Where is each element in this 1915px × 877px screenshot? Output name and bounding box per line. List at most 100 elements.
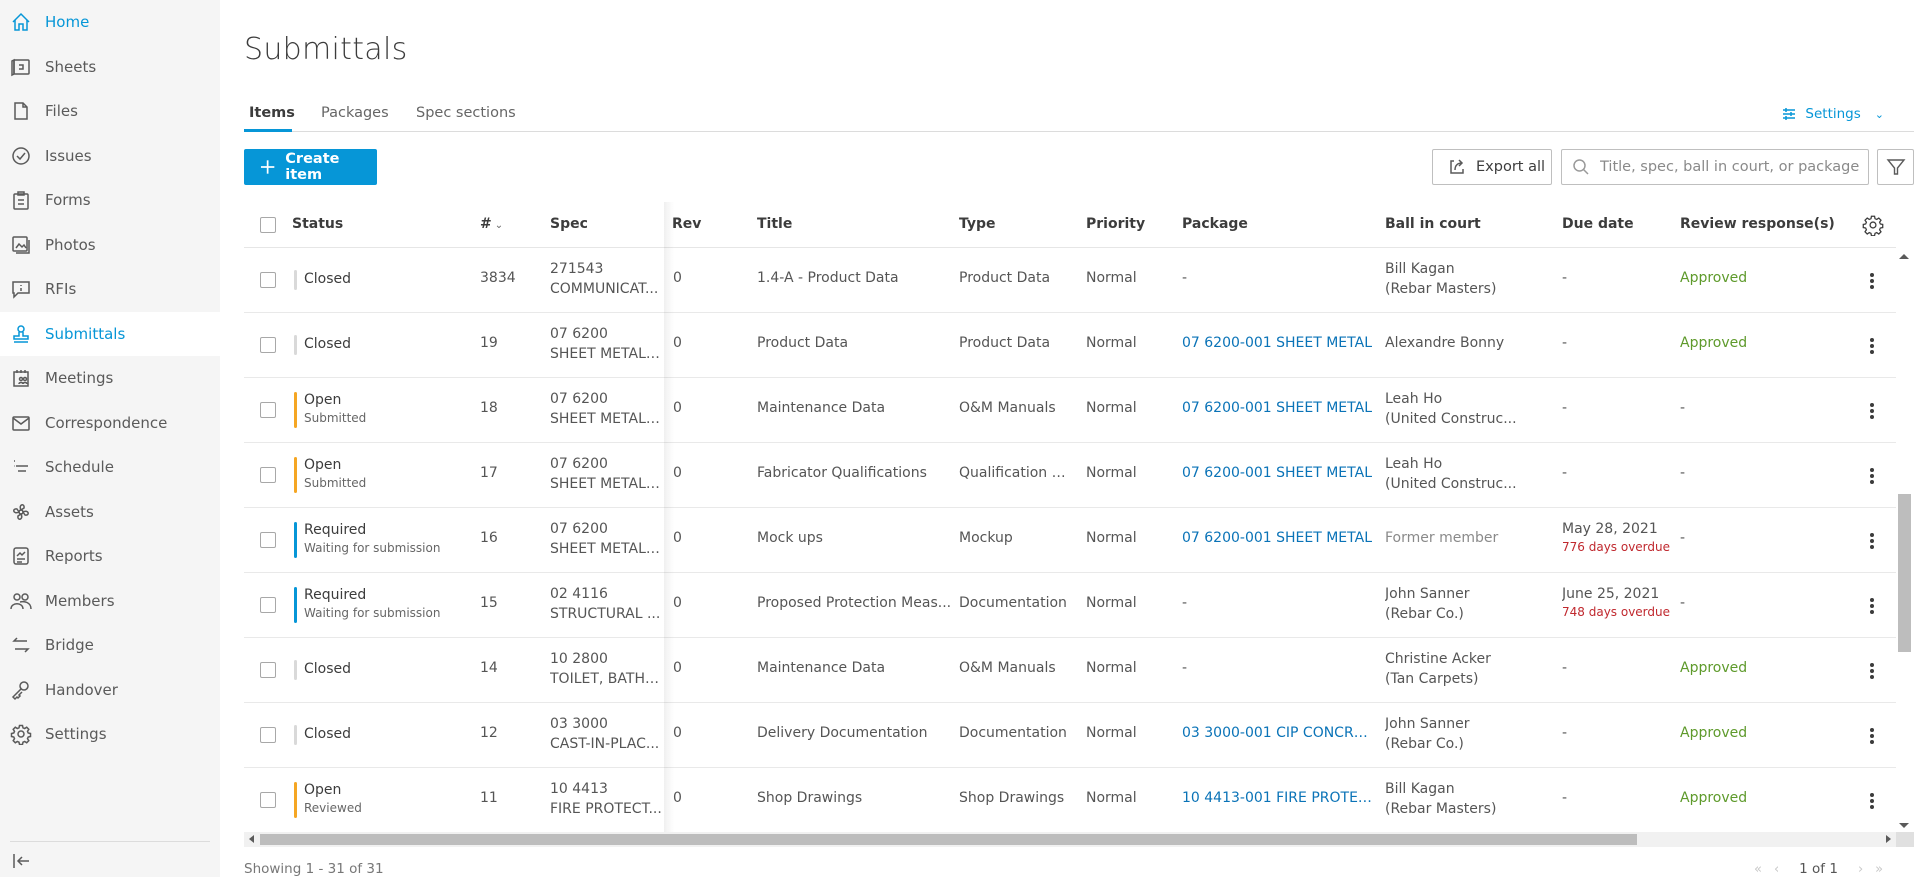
more-icon-dot <box>1870 598 1874 602</box>
sidebar-item-reports[interactable]: Reports <box>0 534 220 578</box>
sidebar-item-handover[interactable]: Handover <box>0 668 220 712</box>
row-checkbox[interactable] <box>260 402 276 418</box>
row-checkbox[interactable] <box>260 272 276 288</box>
scroll-left-arrow[interactable] <box>249 835 254 843</box>
sidebar-item-label: Issues <box>45 146 92 165</box>
sidebar-item-home[interactable]: Home <box>0 0 220 44</box>
package-cell[interactable]: 07 6200-001 SHEET METAL <box>1182 400 1372 416</box>
first-page-button[interactable]: « <box>1754 862 1762 877</box>
column-due-date[interactable]: Due date <box>1562 216 1634 232</box>
table-row[interactable]: Closed 14 10 2800 TOILET, BATH,... 0 Maintena… <box>244 638 1896 703</box>
tab-items[interactable]: Items <box>249 105 295 121</box>
vertical-scroll-thumb[interactable] <box>1898 494 1911 652</box>
row-checkbox[interactable] <box>260 597 276 613</box>
column-priority[interactable]: Priority <box>1086 216 1145 232</box>
package-cell[interactable]: 07 6200-001 SHEET METAL <box>1182 335 1372 351</box>
table-row[interactable]: Closed 19 07 6200 SHEET METAL ... 0 Product D… <box>244 313 1896 378</box>
table-row[interactable]: Required Waiting for submission 15 02 4116 S… <box>244 573 1896 638</box>
package-cell[interactable]: 07 6200-001 SHEET METAL <box>1182 465 1372 481</box>
row-checkbox[interactable] <box>260 467 276 483</box>
sidebar-item-sheets[interactable]: Sheets <box>0 45 220 89</box>
horizontal-scroll-thumb[interactable] <box>260 834 1637 845</box>
column-number[interactable]: # ⌄ <box>480 216 503 232</box>
sidebar-item-schedule[interactable]: Schedule <box>0 445 220 489</box>
package-cell[interactable]: 10 4413-001 FIRE PROTEC... <box>1182 790 1372 806</box>
scroll-up-arrow[interactable] <box>1899 254 1909 259</box>
sidebar-item-label: Settings <box>45 725 107 743</box>
tab-spec-sections[interactable]: Spec sections <box>416 105 516 121</box>
title-cell[interactable]: Maintenance Data <box>757 660 952 676</box>
title-cell[interactable]: Maintenance Data <box>757 400 952 416</box>
column-status[interactable]: Status <box>292 216 343 232</box>
row-checkbox[interactable] <box>260 792 276 808</box>
title-cell[interactable]: Delivery Documentation <box>757 725 952 741</box>
table-row[interactable]: Open Submitted 17 07 6200 SHEET METAL ... 0 Fa… <box>244 443 1896 508</box>
row-menu-button[interactable] <box>1864 790 1880 812</box>
row-checkbox[interactable] <box>260 532 276 548</box>
table-row[interactable]: Open Reviewed 11 10 4413 FIRE PROTECT... 0 Sho… <box>244 768 1896 832</box>
sidebar-item-correspondence[interactable]: Correspondence <box>0 401 220 445</box>
row-menu-button[interactable] <box>1864 270 1880 292</box>
column-ball-in-court[interactable]: Ball in court <box>1385 216 1481 232</box>
row-checkbox[interactable] <box>260 662 276 678</box>
row-menu-button[interactable] <box>1864 465 1880 487</box>
sidebar-item-submittals[interactable]: Submittals <box>0 311 220 356</box>
create-item-button[interactable]: Create item <box>244 149 377 185</box>
sidebar-item-files[interactable]: Files <box>0 89 220 133</box>
settings-dropdown[interactable]: Settings ⌄ <box>1781 106 1884 122</box>
title-cell[interactable]: Product Data <box>757 335 952 351</box>
title-cell[interactable]: Shop Drawings <box>757 790 952 806</box>
row-checkbox[interactable] <box>260 337 276 353</box>
scroll-down-arrow[interactable] <box>1899 823 1909 828</box>
column-spec[interactable]: Spec <box>550 216 588 232</box>
column-review-responses[interactable]: Review response(s) <box>1680 216 1835 232</box>
sidebar-item-issues[interactable]: Issues <box>0 134 220 178</box>
column-type[interactable]: Type <box>959 216 996 232</box>
title-cell[interactable]: Proposed Protection Meas... <box>757 595 952 611</box>
sidebar-item-settings[interactable]: Settings <box>0 712 220 756</box>
horizontal-scrollbar[interactable] <box>244 832 1896 847</box>
scroll-right-arrow[interactable] <box>1886 835 1891 843</box>
sidebar-item-rfis[interactable]: RFIs <box>0 267 220 311</box>
sidebar-item-forms[interactable]: Forms <box>0 178 220 222</box>
title-cell[interactable]: Fabricator Qualifications <box>757 465 952 481</box>
tab-packages[interactable]: Packages <box>321 105 389 121</box>
row-menu-button[interactable] <box>1864 335 1880 357</box>
priority-cell: Normal <box>1086 790 1137 806</box>
sidebar-item-meetings[interactable]: Meetings <box>0 356 220 400</box>
priority-cell: Normal <box>1086 270 1137 286</box>
row-checkbox[interactable] <box>260 727 276 743</box>
rev-cell: 0 <box>673 725 682 741</box>
package-cell[interactable]: 03 3000-001 CIP CONCRE... <box>1182 725 1372 741</box>
table-row[interactable]: Required Waiting for submission 16 07 6200 S… <box>244 508 1896 573</box>
column-title[interactable]: Title <box>757 216 792 232</box>
vertical-scrollbar[interactable] <box>1896 250 1914 832</box>
sidebar-item-members[interactable]: Members <box>0 579 220 623</box>
column-settings-button[interactable] <box>1862 214 1884 237</box>
table-row[interactable]: Closed 12 03 3000 CAST-IN-PLAC... 0 Delivery … <box>244 703 1896 768</box>
sidebar-item-photos[interactable]: Photos <box>0 223 220 267</box>
last-page-button[interactable]: » <box>1875 862 1883 877</box>
title-cell[interactable]: Mock ups <box>757 530 952 546</box>
column-rev[interactable]: Rev <box>672 216 701 232</box>
collapse-sidebar-button[interactable] <box>10 850 34 872</box>
table-row[interactable]: Open Submitted 18 07 6200 SHEET METAL ... 0 Ma… <box>244 378 1896 443</box>
row-menu-button[interactable] <box>1864 725 1880 747</box>
sidebar-item-assets[interactable]: Assets <box>0 490 220 534</box>
row-menu-button[interactable] <box>1864 400 1880 422</box>
title-cell[interactable]: 1.4-A - Product Data <box>757 270 952 286</box>
filter-button[interactable] <box>1877 149 1914 185</box>
next-page-button[interactable]: › <box>1858 862 1863 877</box>
column-package[interactable]: Package <box>1182 216 1248 232</box>
select-all-checkbox[interactable] <box>260 217 276 233</box>
search-input[interactable] <box>1600 159 1860 175</box>
package-cell[interactable]: 07 6200-001 SHEET METAL <box>1182 530 1372 546</box>
row-menu-button[interactable] <box>1864 660 1880 682</box>
priority-cell: Normal <box>1086 595 1137 611</box>
table-row[interactable]: Closed 3834 271543 COMMUNICAT... 0 1.4-A - Pr… <box>244 248 1896 313</box>
previous-page-button[interactable]: ‹ <box>1774 862 1779 877</box>
export-all-button[interactable]: Export all <box>1432 149 1552 185</box>
sidebar-item-bridge[interactable]: Bridge <box>0 623 220 667</box>
row-menu-button[interactable] <box>1864 595 1880 617</box>
row-menu-button[interactable] <box>1864 530 1880 552</box>
